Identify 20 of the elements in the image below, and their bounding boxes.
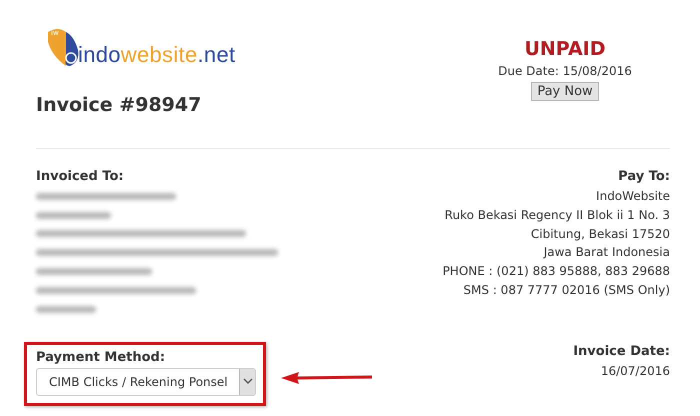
payment-method-select[interactable]: CIMB Clicks / Rekening Ponsel — [36, 368, 256, 396]
pay-to-heading: Pay To: — [618, 168, 670, 186]
caret-icon — [242, 378, 252, 386]
logo-text: indowebsite.net — [78, 44, 236, 66]
invoice-date-heading: Invoice Date: — [573, 342, 670, 361]
pay-now-button[interactable]: Pay Now — [531, 82, 599, 101]
address-line: Jawa Barat Indonesia — [544, 244, 670, 262]
invoice-title: Invoice #98947 — [36, 94, 202, 116]
due-date: Due Date: 15/08/2016 — [498, 64, 632, 78]
address-line: SMS : 087 7777 02016 (SMS Only) — [463, 282, 670, 299]
invoiced-to-heading: Invoiced To: — [36, 168, 125, 186]
payment-status: UNPAID — [524, 38, 606, 60]
arrow-icon — [281, 370, 373, 385]
invoice-date: 16/07/2016 — [600, 362, 670, 380]
payment-method-heading: Payment Method: — [36, 348, 166, 367]
address-line: Cibitung, Bekasi 17520 — [530, 226, 670, 243]
address-line: IndoWebsite — [596, 188, 670, 205]
address-line: Ruko Bekasi Regency II Blok ii 1 No. 3 — [444, 206, 670, 224]
address-line: PHONE : (021) 883 95888, 883 29688 — [442, 263, 670, 280]
blurred-text — [36, 306, 96, 313]
